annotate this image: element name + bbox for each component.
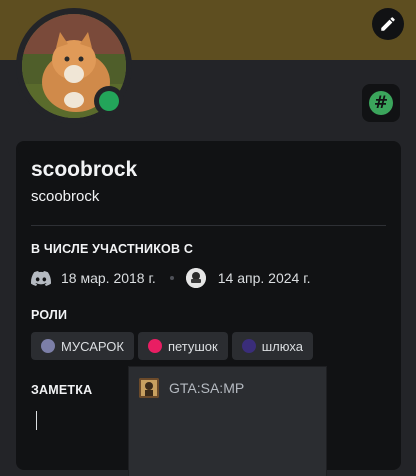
discord-join-date: 18 мар. 2018 г. [61,270,156,286]
roles-list: МУСАРОК петушок шлюха [31,332,313,360]
activity-item[interactable]: GTA:SA:MP [139,377,244,399]
username: scoobrock [31,188,100,205]
role-label: МУСАРОК [61,338,124,354]
hypesquad-badge[interactable]: # [362,84,400,122]
activity-popup: GTA:SA:MP [128,366,327,476]
game-icon [139,378,159,398]
server-icon [185,268,206,288]
role-color-dot [147,339,162,353]
role-pill[interactable]: петушок [137,332,228,360]
separator-dot [169,276,174,280]
pencil-icon [381,17,395,31]
role-pill[interactable]: МУСАРОК [31,332,134,360]
note-input-caret[interactable] [36,411,37,430]
note-title: ЗАМЕТКА [31,383,93,397]
discord-icon [31,268,51,288]
hashtag-icon: # [369,91,393,115]
display-name: scoobrock [31,158,138,181]
edit-profile-button[interactable] [372,8,404,40]
divider [31,225,386,226]
role-label: шлюха [261,338,303,354]
online-status-indicator [99,91,119,111]
role-pill[interactable]: шлюха [231,332,313,360]
role-label: петушок [167,338,218,354]
member-since-row: 18 мар. 2018 г. 14 апр. 2024 г. [31,268,310,288]
roles-title: РОЛИ [31,308,68,322]
member-since-title: В ЧИСЛЕ УЧАСТНИКОВ С [31,242,194,256]
role-color-dot [241,339,256,353]
activity-label: GTA:SA:MP [169,380,245,396]
server-join-date: 14 апр. 2024 г. [217,270,311,286]
role-color-dot [41,339,55,353]
